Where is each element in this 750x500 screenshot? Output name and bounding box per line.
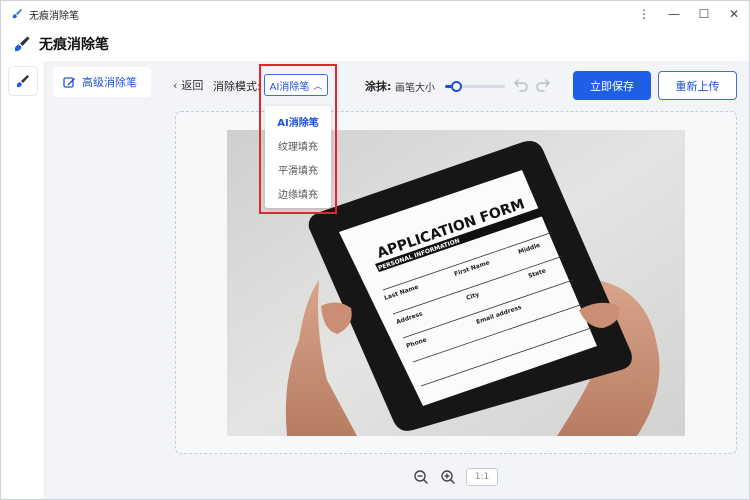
brush-size-label: 画笔大小: [395, 83, 435, 94]
main-panel: ‹ 返回 消除模式: AI消除笔 ︿ 涂抹: 画笔大小 立即保存 重新上传 AP…: [159, 61, 749, 499]
undo-icon[interactable]: [513, 76, 529, 92]
tool-sidebar: 高级消除笔: [45, 61, 159, 499]
erase-mode-dropdown: AI消除笔 纹理填充 平滑填充 边缘填充: [265, 106, 331, 208]
dropdown-option-edge-fill[interactable]: 边缘填充: [265, 182, 331, 204]
close-button[interactable]: ✕: [719, 1, 749, 27]
brush-logo-icon: [12, 9, 22, 19]
title-bar: 无痕消除笔 ⋮ — ☐ ✕: [1, 1, 749, 27]
zoom-in-icon[interactable]: [440, 469, 456, 485]
eraser-brush-icon: [16, 75, 29, 88]
more-menu-button[interactable]: ⋮: [629, 1, 659, 27]
app-title: 无痕消除笔: [39, 37, 109, 53]
rail-eraser-tool[interactable]: [9, 67, 37, 95]
window-controls: ⋮ — ☐ ✕: [629, 1, 749, 27]
dropdown-option-smooth-fill[interactable]: 平滑填充: [265, 158, 331, 180]
toolbar: ‹ 返回 消除模式: AI消除笔 ︿ 涂抹: 画笔大小 立即保存 重新上传: [159, 61, 749, 109]
left-rail: [1, 61, 45, 499]
zoom-bar: 1:1: [159, 465, 749, 489]
canvas-frame: APPLICATION FORM PERSONAL INFORMATION La…: [175, 111, 737, 454]
app-logo-icon: [14, 36, 30, 52]
redo-icon[interactable]: [535, 76, 551, 92]
erase-mode-value: AI消除笔: [269, 81, 310, 93]
reupload-button[interactable]: 重新上传: [658, 71, 737, 100]
window-title: 无痕消除笔: [29, 10, 79, 22]
back-label: 返回: [181, 79, 204, 92]
chevron-up-icon: ︿: [313, 81, 323, 92]
edit-icon: [63, 76, 75, 88]
brush-size-slider[interactable]: [445, 80, 505, 92]
save-button[interactable]: 立即保存: [573, 71, 651, 100]
dropdown-option-ai-eraser[interactable]: AI消除笔: [265, 110, 331, 132]
sidebar-item-label: 高级消除笔: [82, 76, 137, 89]
zoom-ratio-button[interactable]: 1:1: [466, 468, 498, 486]
minimize-button[interactable]: —: [659, 1, 689, 27]
erase-mode-select[interactable]: AI消除笔 ︿: [264, 74, 328, 96]
zoom-out-icon[interactable]: [413, 469, 429, 485]
slider-thumb[interactable]: [451, 81, 462, 92]
back-button[interactable]: ‹ 返回: [173, 77, 203, 93]
app-window: 无痕消除笔 ⋮ — ☐ ✕ 无痕消除笔 高级消除笔 ‹ 返回 消除模式: AI消…: [0, 0, 750, 500]
erase-mode-label: 消除模式:: [213, 80, 261, 93]
dropdown-option-texture-fill[interactable]: 纹理填充: [265, 134, 331, 156]
sidebar-item-advanced-eraser[interactable]: 高级消除笔: [53, 67, 151, 97]
app-header: 无痕消除笔: [1, 27, 749, 61]
maximize-button[interactable]: ☐: [689, 1, 719, 27]
brush-label: 涂抹:: [365, 80, 392, 93]
chevron-left-icon: ‹: [173, 78, 178, 92]
